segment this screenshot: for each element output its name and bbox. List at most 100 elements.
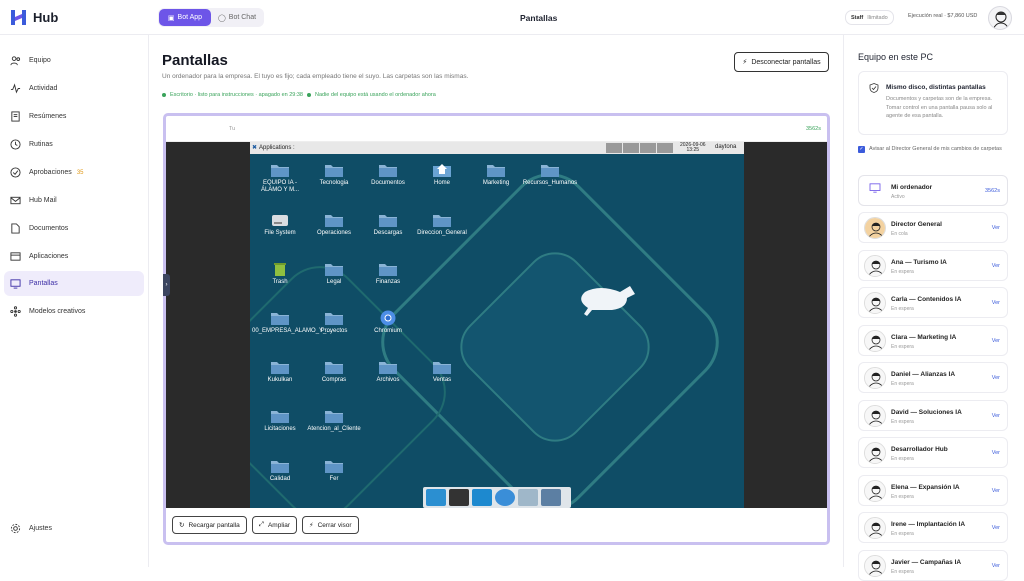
search-icon[interactable] xyxy=(518,489,538,506)
applications-menu[interactable]: ✖ Applications : xyxy=(252,144,295,152)
agent-name: David — Soluciones IA xyxy=(891,408,962,416)
desktop-icon-folder[interactable]: Recursos_Humanos xyxy=(522,162,578,187)
sidebar-item-pantallas[interactable]: Pantallas xyxy=(4,271,144,296)
sidebar-item-aplicaciones[interactable]: Aplicaciones xyxy=(4,244,144,269)
view-agent-link[interactable]: Ver xyxy=(992,375,1000,381)
agent-avatar xyxy=(864,517,886,539)
desktop-icon-folder[interactable]: Calidad xyxy=(252,458,308,483)
desktop-icon-label: Marketing xyxy=(482,180,510,186)
sparkle-icon xyxy=(10,306,21,317)
sidebar-item-aprobaciones[interactable]: Aprobaciones 35 xyxy=(4,160,144,185)
staff-badge[interactable]: Staff Ilimitado xyxy=(845,10,894,25)
expand-button[interactable]: ⤢ Ampliar xyxy=(251,516,298,534)
sidebar-item-modelos-creativos[interactable]: Modelos creativos xyxy=(4,299,144,324)
desktop-icon-folder[interactable]: Archivos xyxy=(360,359,416,384)
desktop-icon-folder[interactable]: Kukulkan xyxy=(252,359,308,384)
agent-card[interactable]: Desarrollador Hub En espera Ver xyxy=(858,437,1008,468)
agent-card[interactable]: Irene — Implantación IA En espera Ver xyxy=(858,512,1008,543)
agent-avatar xyxy=(864,292,886,314)
sidebar-item-ajustes[interactable]: Ajustes xyxy=(4,516,144,541)
web-browser-icon[interactable] xyxy=(495,489,515,506)
session-timer: 3562s xyxy=(806,126,821,132)
desktop-icon-label: Operaciones xyxy=(316,230,352,236)
desktop-icon-folder[interactable]: Proyectos xyxy=(306,310,362,335)
user-avatar[interactable] xyxy=(988,6,1012,30)
desktop-icon-folder[interactable]: Ventas xyxy=(414,359,470,384)
workspace-4 xyxy=(657,143,673,153)
desktop-icon-folder[interactable]: Legal xyxy=(306,261,362,286)
desktop-icon-folder[interactable]: Licitaciones xyxy=(252,408,308,433)
desktop-icon-folder[interactable]: Documentos xyxy=(360,162,416,187)
desktop-icon-folder[interactable]: EQUIPO IA - ÁLAMO Y M... xyxy=(252,162,308,194)
top-bar: Hub ▣ Bot App ◯ Bot Chat Pantallas Staff Il… xyxy=(0,0,1024,35)
agent-state: En espera xyxy=(891,568,914,575)
desktop-icon-folder[interactable]: Compras xyxy=(306,359,362,384)
agent-state: En cola xyxy=(891,231,908,237)
desktop-icon-label: Chromium xyxy=(374,328,402,334)
view-agent-link[interactable]: Ver xyxy=(992,563,1000,569)
workspace-2 xyxy=(623,143,639,153)
folder-icon[interactable] xyxy=(541,489,561,506)
gear-icon xyxy=(10,523,21,534)
agent-state: En espera xyxy=(891,268,914,275)
agent-card[interactable]: Elena — Expansión IA En espera Ver xyxy=(858,474,1008,506)
view-agent-link[interactable]: Ver xyxy=(992,263,1000,269)
remote-screen[interactable]: › ✖ Applications : 2026-09-06 13:25 dayt… xyxy=(163,142,827,508)
sidebar-item-documentos[interactable]: Documentos xyxy=(4,216,144,241)
notify-director-checkbox[interactable]: ✓ Avisar al Director General de mis camb… xyxy=(858,145,1008,154)
desktop-icon-folder[interactable]: Finanzas xyxy=(360,261,416,286)
desktop-icon-trash[interactable]: Trash xyxy=(252,261,308,286)
app-logo[interactable]: Hub xyxy=(10,9,58,26)
checkbox-checked-icon[interactable]: ✓ xyxy=(858,146,865,153)
terminal-icon[interactable] xyxy=(449,489,469,506)
desktop-icon-drive[interactable]: File System xyxy=(252,212,308,237)
sidebar-item-equipo[interactable]: Equipo xyxy=(4,48,144,73)
workspace-1 xyxy=(606,143,622,153)
agent-card[interactable]: Clara — Marketing IA En espera Ver xyxy=(858,324,1008,356)
view-agent-link[interactable]: Ver xyxy=(992,525,1000,531)
desktop-icon-folder[interactable]: Fer xyxy=(306,458,362,483)
sidebar-item-actividad[interactable]: Actividad xyxy=(4,76,144,101)
agent-card[interactable]: Javier — Campañas IA En espera Ver xyxy=(858,549,1008,581)
tab-bot-chat[interactable]: ◯ Bot Chat xyxy=(211,9,263,26)
folder-icon xyxy=(324,310,344,326)
my-computer-card[interactable]: Mi ordenador Activo 3562s xyxy=(858,175,1008,206)
approvals-count-badge: 35 xyxy=(76,169,84,176)
hub-logo-icon xyxy=(11,10,26,25)
desktop-icon-folder[interactable]: Descargas xyxy=(360,212,416,237)
desktop-icon-chromium[interactable]: Chromium xyxy=(360,310,416,335)
close-viewer-button[interactable]: ⚡ Cerrar visor xyxy=(302,516,359,534)
folder-icon xyxy=(324,162,344,178)
agent-card[interactable]: Ana — Turismo IA En espera Ver xyxy=(858,249,1008,281)
view-agent-link[interactable]: Ver xyxy=(992,450,1000,456)
sidebar-item-rutinas[interactable]: Rutinas xyxy=(4,132,144,157)
file-manager-icon[interactable] xyxy=(472,489,492,506)
agent-card[interactable]: Daniel — Alianzas IA En espera Ver xyxy=(858,362,1008,393)
desktop-icon-folder[interactable]: Atencion_al_Cliente xyxy=(306,408,362,433)
view-agent-link[interactable]: Ver xyxy=(992,225,1000,231)
view-agent-link[interactable]: Ver xyxy=(992,300,1000,306)
desktop-icon-folder[interactable]: 00_EMPRESA_ALAMO_Y_... xyxy=(252,310,331,335)
sidebar-item-resumenes[interactable]: Resúmenes xyxy=(4,104,144,129)
expand-handle[interactable]: › xyxy=(163,274,170,296)
desktop-icon-home[interactable]: Home xyxy=(414,162,470,187)
disconnect-screens-button[interactable]: ⚡ Desconectar pantallas xyxy=(734,52,829,72)
desktop-icon-label: Kukulkan xyxy=(267,377,293,383)
view-agent-link[interactable]: Ver xyxy=(992,413,1000,419)
view-agent-link[interactable]: Ver xyxy=(992,488,1000,494)
agent-name: Ana — Turismo IA xyxy=(891,258,947,266)
reload-screen-button[interactable]: ↻ Recargar pantalla xyxy=(172,516,247,534)
remote-desktop[interactable]: ✖ Applications : 2026-09-06 13:25 daytona … xyxy=(250,142,744,508)
desktop-icon-folder[interactable]: Direccion_General xyxy=(414,212,470,237)
desktop-icon-folder[interactable]: Operaciones xyxy=(306,212,362,237)
tab-bot-app[interactable]: ▣ Bot App xyxy=(159,9,211,26)
show-desktop-icon[interactable] xyxy=(426,489,446,506)
agent-card[interactable]: David — Soluciones IA En espera Ver xyxy=(858,399,1008,431)
sidebar-item-hub-mail[interactable]: Hub Mail xyxy=(4,188,144,213)
agent-card[interactable]: Director General En cola Ver xyxy=(858,212,1008,243)
view-agent-link[interactable]: Ver xyxy=(992,338,1000,344)
agent-card[interactable]: Carla — Contenidos IA En espera Ver xyxy=(858,287,1008,318)
desktop-icon-folder[interactable]: Tecnologia xyxy=(306,162,362,187)
plug-icon: ⚡ xyxy=(742,59,748,66)
desktop-icon-folder[interactable]: Marketing xyxy=(468,162,524,187)
